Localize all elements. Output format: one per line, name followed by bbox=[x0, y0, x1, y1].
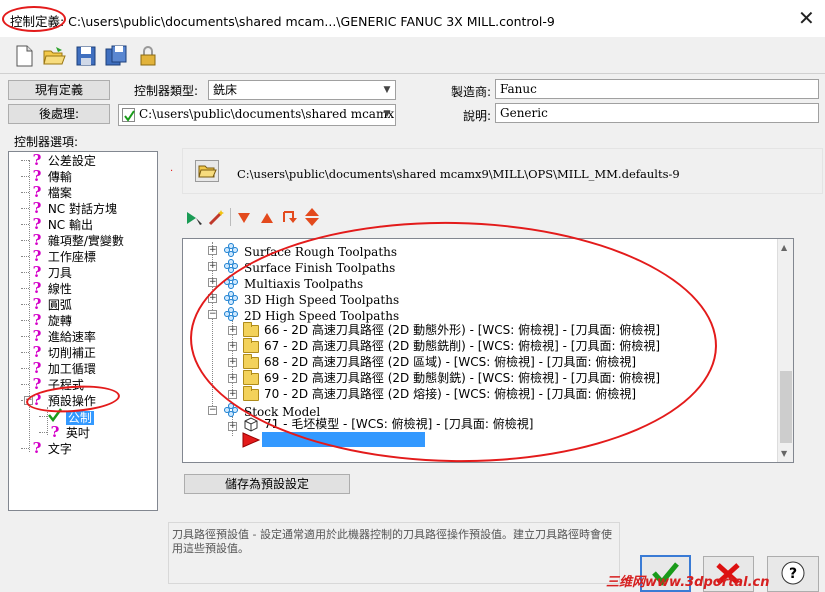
sidebar-item[interactable]: ? 文字 bbox=[21, 439, 72, 457]
sidebar-item[interactable]: ? 切削補正 bbox=[21, 343, 96, 361]
chevron-down-icon[interactable]: ▼ bbox=[781, 449, 787, 458]
question-icon: ? bbox=[32, 231, 42, 249]
expand-icon[interactable]: + bbox=[208, 262, 217, 271]
question-icon: ? bbox=[32, 151, 42, 169]
chevron-down-icon: ▼ bbox=[383, 85, 391, 95]
sidebar-item[interactable]: ? 加工循環 bbox=[21, 359, 96, 377]
collapse-icon[interactable]: − bbox=[208, 406, 217, 415]
sidebar-item[interactable]: ? 雜項整/實變數 bbox=[21, 231, 124, 249]
question-icon: ? bbox=[32, 279, 42, 297]
description-label: 說明: bbox=[463, 109, 492, 123]
save-icon[interactable] bbox=[74, 44, 98, 71]
question-icon: ? bbox=[32, 375, 42, 393]
move-up-icon[interactable] bbox=[261, 212, 273, 226]
question-icon: ? bbox=[32, 215, 42, 233]
controller-options-label: 控制器選項: bbox=[14, 135, 79, 149]
description-field[interactable]: Generic bbox=[495, 103, 819, 123]
insert-arrow-icon[interactable] bbox=[282, 209, 298, 228]
sidebar-item[interactable]: ? NC 輸出 bbox=[21, 215, 93, 233]
open-defaults-button[interactable] bbox=[195, 160, 219, 182]
expand-icon[interactable]: + bbox=[208, 246, 217, 255]
sidebar-item[interactable]: ? 傳輸 bbox=[21, 167, 72, 185]
sidebar-item[interactable]: ? 工作座標 bbox=[21, 247, 96, 265]
sidebar-item[interactable]: ? 旋轉 bbox=[21, 311, 72, 329]
sidebar-item[interactable]: ? 英吋 bbox=[39, 423, 90, 441]
sidebar-item[interactable]: ? 公差設定 bbox=[21, 151, 96, 169]
help-box: 刀具路徑預設值 - 設定通常適用於此機器控制的刀具路徑操作預設值。建立刀具路徑時… bbox=[168, 522, 620, 584]
move-down-icon[interactable] bbox=[238, 212, 250, 226]
save-as-defaults-button[interactable]: 儲存為預設設定 bbox=[184, 474, 350, 494]
question-icon: ? bbox=[32, 263, 42, 281]
annotation-circle bbox=[2, 6, 66, 32]
sidebar-item[interactable]: ? 圓弧 bbox=[21, 295, 72, 313]
question-icon: ? bbox=[32, 311, 42, 329]
question-icon: ? bbox=[32, 183, 42, 201]
question-icon: ? bbox=[32, 167, 42, 185]
post-processor-button[interactable]: 後處理: bbox=[8, 104, 110, 124]
question-icon: ? bbox=[50, 423, 60, 441]
chevron-down-icon: ▼ bbox=[383, 109, 391, 119]
tree-scrollbar[interactable]: ▲ ▼ bbox=[777, 239, 793, 462]
run-select-icon[interactable] bbox=[186, 210, 204, 229]
sidebar-item[interactable]: ? 線性 bbox=[21, 279, 72, 297]
lock-icon[interactable] bbox=[136, 44, 160, 71]
new-file-icon[interactable] bbox=[12, 44, 36, 71]
question-icon: ? bbox=[32, 295, 42, 313]
watermark: 三维网www.3dportal.cn bbox=[606, 575, 770, 590]
manufacturer-field[interactable]: Fanuc bbox=[495, 79, 819, 99]
post-path-select[interactable]: C:\users\public\documents\shared mcamx9\… bbox=[118, 104, 396, 126]
close-button[interactable]: ✕ bbox=[798, 6, 815, 30]
manufacturer-label: 製造商: bbox=[451, 85, 492, 99]
magic-wand-icon[interactable] bbox=[208, 209, 226, 229]
help-icon: ? bbox=[781, 561, 805, 585]
question-icon: ? bbox=[32, 439, 42, 457]
controller-type-select[interactable]: 銑床 ▼ bbox=[208, 80, 396, 100]
chevron-up-icon[interactable]: ▲ bbox=[781, 243, 787, 252]
scrollbar-thumb[interactable] bbox=[780, 371, 792, 443]
question-icon: ? bbox=[32, 247, 42, 265]
sidebar-item[interactable]: ? NC 對話方塊 bbox=[21, 199, 117, 217]
open-folder-icon bbox=[198, 165, 217, 178]
sidebar-item[interactable]: ? 檔案 bbox=[21, 183, 72, 201]
window-title: 控制定義: C:\users\public\documents\shared m… bbox=[10, 14, 555, 29]
current-definition-button[interactable]: 現有定義 bbox=[8, 80, 110, 100]
insert-marker-icon bbox=[242, 432, 261, 451]
sidebar-item[interactable]: ? 進給速率 bbox=[21, 327, 96, 345]
question-icon: ? bbox=[32, 343, 42, 361]
svg-text:?: ? bbox=[789, 566, 797, 582]
expand-icon[interactable]: + bbox=[228, 422, 237, 431]
question-icon: ? bbox=[32, 359, 42, 377]
save-as-icon[interactable] bbox=[104, 44, 128, 71]
sidebar-item[interactable]: ? 刀具 bbox=[21, 263, 72, 281]
checkmark-icon bbox=[122, 108, 135, 122]
question-icon: ? bbox=[32, 327, 42, 345]
help-text: 刀具路徑預設值 - 設定通常適用於此機器控制的刀具路徑操作預設值。建立刀具路徑時… bbox=[172, 528, 612, 555]
defaults-file-path: C:\users\public\documents\shared mcamx9\… bbox=[237, 167, 680, 181]
controller-type-label: 控制器類型: bbox=[134, 84, 199, 98]
operation-group-icon bbox=[224, 243, 238, 257]
open-folder-icon[interactable] bbox=[42, 44, 66, 71]
question-icon: ? bbox=[32, 199, 42, 217]
help-button[interactable]: ? bbox=[767, 556, 819, 592]
expand-collapse-icon[interactable] bbox=[305, 208, 319, 229]
toolbar-divider bbox=[0, 73, 825, 74]
